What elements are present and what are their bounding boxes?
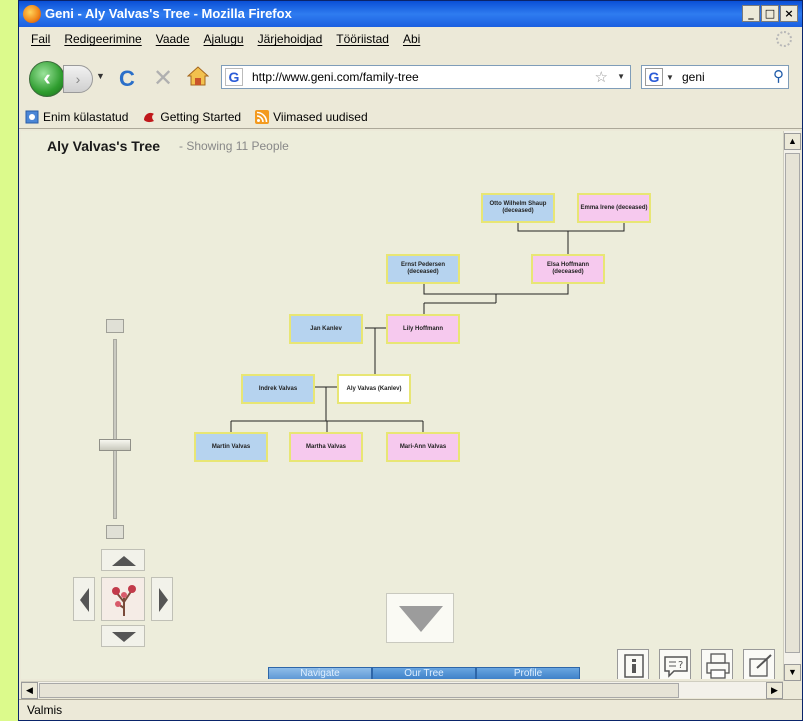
- vertical-scroll-thumb[interactable]: [785, 153, 800, 653]
- menu-view[interactable]: Vaade: [150, 32, 196, 46]
- search-input[interactable]: geni: [682, 70, 705, 84]
- stop-button[interactable]: ✕: [153, 64, 173, 93]
- arrow-up-icon: [112, 556, 136, 566]
- url-bar[interactable]: G http://www.geni.com/family-tree ☆ ▼: [221, 65, 631, 89]
- zoom-in-button[interactable]: [106, 319, 124, 333]
- menu-bar: Fail Redigeerimine Vaade Ajalugu Järjeho…: [19, 28, 802, 50]
- menu-tools[interactable]: Tööriistad: [330, 32, 395, 46]
- status-bar: Valmis: [19, 699, 802, 720]
- info-icon: [624, 654, 644, 678]
- scroll-left-button[interactable]: ◀: [21, 682, 38, 699]
- back-button[interactable]: ‹: [29, 61, 65, 97]
- search-icon[interactable]: ⚲: [773, 67, 784, 85]
- window-controls: _ □ ×: [742, 5, 798, 22]
- zoom-handle[interactable]: [99, 439, 131, 451]
- bookmark-label: Viimased uudised: [273, 109, 368, 124]
- pan-up-button[interactable]: [101, 549, 145, 571]
- zoom-track[interactable]: [113, 339, 117, 519]
- reload-button[interactable]: C: [119, 66, 135, 92]
- person-child-1[interactable]: Martin Valvas: [194, 432, 268, 462]
- zoom-slider[interactable]: [99, 319, 131, 539]
- pan-left-button[interactable]: [73, 577, 95, 621]
- title-bar: Geni - Aly Valvas's Tree - Mozilla Firef…: [19, 1, 802, 27]
- bookmarks-toolbar: Enim külastatud Getting Started Viimased…: [19, 105, 802, 129]
- arrow-right-icon: [159, 588, 168, 612]
- url-dropdown-icon[interactable]: ▼: [617, 72, 625, 81]
- person-mother[interactable]: Lily Hoffmann: [386, 314, 460, 344]
- scroll-up-button[interactable]: ▲: [784, 133, 801, 150]
- pan-controls: [73, 549, 173, 649]
- edit-icon: [749, 654, 772, 677]
- edit-button[interactable]: [743, 649, 775, 679]
- scroll-right-button[interactable]: ▶: [766, 682, 783, 699]
- site-favicon-icon: G: [225, 68, 243, 86]
- expand-down-button[interactable]: [386, 593, 454, 643]
- status-text: Valmis: [27, 703, 63, 717]
- forward-button[interactable]: ›: [63, 65, 93, 93]
- menu-bookmarks[interactable]: Järjehoidjad: [252, 32, 329, 46]
- menu-file[interactable]: Fail: [25, 32, 56, 46]
- help-bubble-icon: ?: [664, 656, 688, 678]
- tab-navigate[interactable]: Navigate: [268, 667, 372, 679]
- firefox-icon: [23, 5, 41, 23]
- minimize-button[interactable]: _: [742, 5, 760, 22]
- tree-logo-icon: [112, 585, 136, 616]
- pan-down-button[interactable]: [101, 625, 145, 647]
- person-spouse[interactable]: Indrek Valvas: [241, 374, 315, 404]
- bookmark-label: Enim külastatud: [43, 109, 129, 124]
- arrow-left-icon: [80, 588, 89, 612]
- close-button[interactable]: ×: [780, 5, 798, 22]
- getting-started-icon: [144, 112, 155, 122]
- navigation-toolbar: ‹ › ▼ C ✕ G http://www.geni.com/family-t…: [19, 51, 802, 105]
- history-dropdown-icon[interactable]: ▼: [96, 71, 105, 81]
- horizontal-scroll-thumb[interactable]: [39, 683, 679, 698]
- home-icon: [186, 66, 210, 86]
- person-grandmother[interactable]: Elsa Hoffmann (deceased): [531, 254, 605, 284]
- person-child-3[interactable]: Mari-Ann Valvas: [386, 432, 460, 462]
- help-button[interactable]: ?: [659, 649, 691, 679]
- svg-text:?: ?: [678, 660, 683, 671]
- bookmark-star-icon[interactable]: ☆: [595, 68, 608, 86]
- tab-profile[interactable]: Profile: [476, 667, 580, 679]
- printer-icon: [706, 653, 730, 679]
- search-engine-icon[interactable]: G: [645, 68, 663, 86]
- bookmark-label: Getting Started: [160, 109, 242, 124]
- page-content: Aly Valvas's Tree - Showing 11 People Ot…: [21, 131, 783, 679]
- home-person-button[interactable]: [101, 577, 145, 621]
- person-grandfather[interactable]: Ernst Pedersen (deceased): [386, 254, 460, 284]
- horizontal-scrollbar[interactable]: ◀ ▶: [21, 681, 783, 699]
- person-great-grandfather[interactable]: Otto Wilhelm Shaup (deceased): [481, 193, 555, 223]
- menu-history[interactable]: Ajalugu: [198, 32, 250, 46]
- search-engine-dropdown-icon[interactable]: ▼: [666, 73, 674, 82]
- menu-edit[interactable]: Redigeerimine: [58, 32, 147, 46]
- search-bar[interactable]: G ▼ geni ⚲: [641, 65, 789, 89]
- scroll-down-button[interactable]: ▼: [784, 664, 801, 681]
- menu-help[interactable]: Abi: [397, 32, 426, 46]
- zoom-out-button[interactable]: [106, 525, 124, 539]
- bottom-tab-bar: Navigate Our Tree Profile: [268, 667, 580, 679]
- print-button[interactable]: [701, 649, 733, 679]
- large-arrow-down-icon: [399, 606, 443, 632]
- browser-window: Geni - Aly Valvas's Tree - Mozilla Firef…: [18, 0, 803, 721]
- person-self[interactable]: Aly Valvas (Kanlev): [337, 374, 411, 404]
- person-father[interactable]: Jan Kanlev: [289, 314, 363, 344]
- info-button[interactable]: [617, 649, 649, 679]
- tab-our-tree[interactable]: Our Tree: [372, 667, 476, 679]
- bookmark-latest-news[interactable]: Viimased uudised: [255, 109, 368, 124]
- url-input[interactable]: http://www.geni.com/family-tree: [252, 70, 419, 84]
- vertical-scrollbar[interactable]: ▲ ▼: [783, 131, 801, 681]
- home-button[interactable]: [186, 66, 210, 86]
- pan-right-button[interactable]: [151, 577, 173, 621]
- person-child-2[interactable]: Martha Valvas: [289, 432, 363, 462]
- maximize-button[interactable]: □: [761, 5, 779, 22]
- most-visited-icon: [25, 110, 39, 123]
- bookmark-most-visited[interactable]: Enim külastatud: [25, 110, 128, 124]
- person-great-grandmother[interactable]: Emma Irene (deceased): [577, 193, 651, 223]
- bookmark-getting-started[interactable]: Getting Started: [142, 110, 241, 124]
- throbber-icon: [776, 31, 792, 47]
- rss-feed-icon: [255, 109, 270, 124]
- arrow-down-icon: [112, 632, 136, 642]
- window-title: Geni - Aly Valvas's Tree - Mozilla Firef…: [45, 6, 292, 21]
